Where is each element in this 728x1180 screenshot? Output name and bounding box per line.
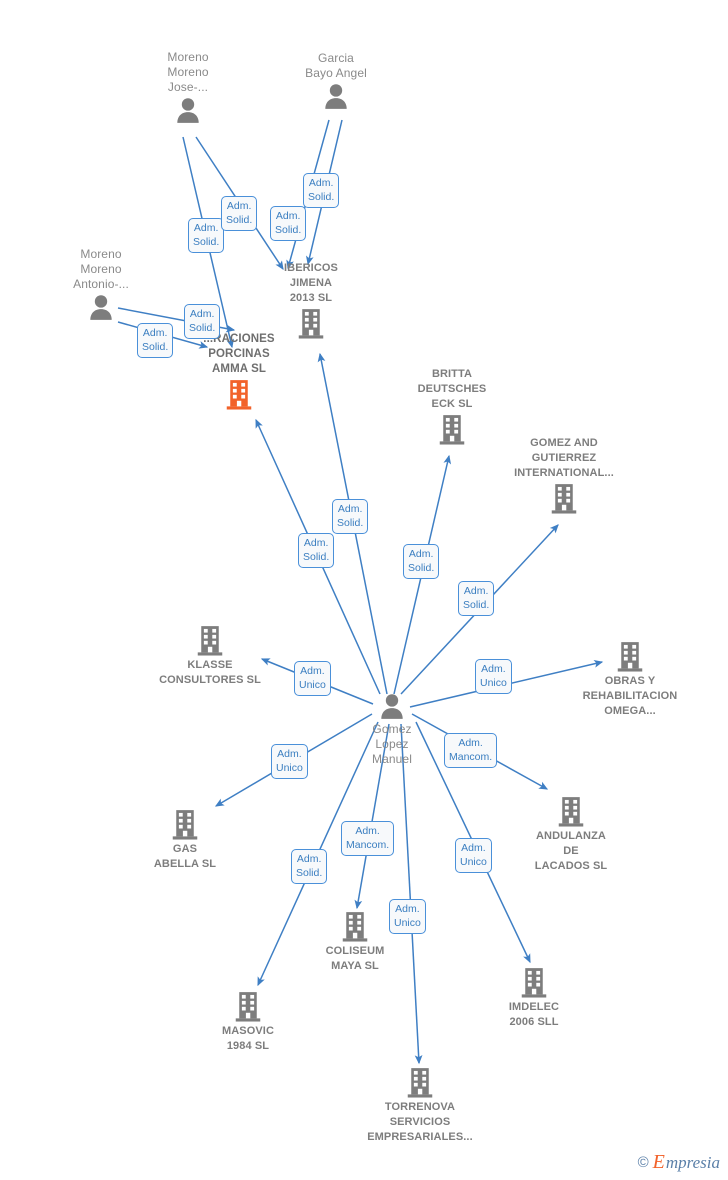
building-icon[interactable] xyxy=(489,482,639,516)
graph-node-moreno-antonio[interactable]: Moreno Moreno Antonio-... xyxy=(26,247,176,323)
graph-node-masovic-1984[interactable]: MASOVIC 1984 SL xyxy=(173,990,323,1054)
person-icon xyxy=(381,694,403,719)
node-label-obras-omega: OBRAS Y REHABILITACION OMEGA... xyxy=(582,675,678,717)
node-label-ibericos-jimena: IBERICOS JIMENA 2013 SL xyxy=(284,262,338,304)
person-icon[interactable] xyxy=(26,293,176,323)
watermark: © E mpresia xyxy=(638,1152,720,1172)
edge-label[interactable]: Adm. Unico xyxy=(294,661,331,696)
building-icon xyxy=(342,912,368,942)
edge-label[interactable]: Adm. Solid. xyxy=(184,304,221,339)
person-icon xyxy=(177,98,199,123)
building-icon xyxy=(558,797,584,827)
person-icon xyxy=(325,84,347,109)
node-label-imdelec-2006: IMDELEC 2006 SLL xyxy=(508,1001,560,1028)
node-label-garcia-bayo: Garcia Bayo Angel xyxy=(305,51,367,80)
building-icon xyxy=(197,626,223,656)
edge-layer xyxy=(117,119,604,1065)
building-icon[interactable] xyxy=(459,966,609,1000)
edge-label[interactable]: Adm. Solid. xyxy=(270,206,307,241)
edge-label[interactable]: Adm. Solid. xyxy=(221,196,258,231)
graph-node-imdelec-2006[interactable]: IMDELEC 2006 SLL xyxy=(459,966,609,1030)
building-icon xyxy=(617,642,643,672)
building-icon[interactable] xyxy=(164,378,314,412)
building-icon xyxy=(235,992,261,1022)
edge-label[interactable]: Adm. Mancom. xyxy=(341,821,395,856)
graph-node-obras-omega[interactable]: OBRAS Y REHABILITACION OMEGA... xyxy=(555,640,705,719)
edge-label[interactable]: Adm. Solid. xyxy=(303,173,340,208)
graph-node-klasse-consultores[interactable]: KLASSE CONSULTORES SL xyxy=(135,624,285,688)
node-label-coliseum-maya: COLISEUM MAYA SL xyxy=(325,945,385,972)
person-icon[interactable] xyxy=(113,96,263,126)
building-icon xyxy=(226,380,252,410)
graph-node-gomez-gutierrez[interactable]: GOMEZ AND GUTIERREZ INTERNATIONAL... xyxy=(489,436,639,516)
building-icon[interactable] xyxy=(173,990,323,1024)
brand-name: mpresia xyxy=(665,1152,720,1172)
building-icon[interactable] xyxy=(555,640,705,674)
edge-label[interactable]: Adm. Solid. xyxy=(188,218,225,253)
person-icon[interactable] xyxy=(261,82,411,112)
graph-node-gas-abella[interactable]: GAS ABELLA SL xyxy=(110,808,260,872)
graph-node-moreno-jose[interactable]: Moreno Moreno Jose-... xyxy=(113,50,263,126)
node-label-gas-abella: GAS ABELLA SL xyxy=(153,843,217,870)
network-diagram: Moreno Moreno Jose-... Garcia Bayo Angel M… xyxy=(0,0,728,1180)
node-label-gomez-gutierrez: GOMEZ AND GUTIERREZ INTERNATIONAL... xyxy=(514,437,614,479)
person-icon xyxy=(90,295,112,320)
edge-label[interactable]: Adm. Solid. xyxy=(298,533,335,568)
building-icon[interactable] xyxy=(496,795,646,829)
building-icon xyxy=(551,484,577,514)
node-label-torrenova-servicios: TORRENOVA SERVICIOS EMPRESARIALES... xyxy=(367,1101,473,1143)
edge-label[interactable]: Adm. Unico xyxy=(389,899,426,934)
person-icon[interactable] xyxy=(317,692,467,722)
node-label-moreno-antonio: Moreno Moreno Antonio-... xyxy=(73,247,129,291)
graph-node-andulanza-lacados[interactable]: ANDULANZA DE LACADOS SL xyxy=(496,795,646,874)
edge-label[interactable]: Adm. Unico xyxy=(271,744,308,779)
graph-node-porcinas-amma[interactable]: ...RACIONES PORCINAS AMMA SL xyxy=(164,332,314,412)
edge-label[interactable]: Adm. Solid. xyxy=(458,581,495,616)
edge-label[interactable]: Adm. Solid. xyxy=(403,544,440,579)
graph-node-garcia-bayo[interactable]: Garcia Bayo Angel xyxy=(261,51,411,112)
building-icon[interactable] xyxy=(135,624,285,658)
copyright-icon: © xyxy=(637,1153,649,1171)
edge-label[interactable]: Adm. Solid. xyxy=(291,849,328,884)
node-label-moreno-jose: Moreno Moreno Jose-... xyxy=(167,50,209,94)
edge-label[interactable]: Adm. Solid. xyxy=(137,323,174,358)
building-icon[interactable] xyxy=(110,808,260,842)
building-icon xyxy=(439,415,465,445)
graph-node-torrenova-servicios[interactable]: TORRENOVA SERVICIOS EMPRESARIALES... xyxy=(345,1066,495,1145)
node-label-klasse-consultores: KLASSE CONSULTORES SL xyxy=(159,659,261,686)
node-label-andulanza-lacados: ANDULANZA DE LACADOS SL xyxy=(534,830,608,872)
building-icon xyxy=(521,968,547,998)
edge-label[interactable]: Adm. Unico xyxy=(475,659,512,694)
edge-gomez-lopez-manuel-to-torrenova-servicios xyxy=(400,723,423,1065)
edge-label[interactable]: Adm. Mancom. xyxy=(444,733,498,768)
building-icon xyxy=(407,1068,433,1098)
building-icon[interactable] xyxy=(345,1066,495,1100)
node-label-britta-deutsches: BRITTA DEUTSCHES ECK SL xyxy=(417,368,487,410)
node-label-masovic-1984: MASOVIC 1984 SL xyxy=(221,1025,275,1052)
graph-node-ibericos-jimena[interactable]: IBERICOS JIMENA 2013 SL xyxy=(236,261,386,341)
edge-label[interactable]: Adm. Unico xyxy=(455,838,492,873)
edge-label[interactable]: Adm. Solid. xyxy=(332,499,369,534)
building-icon xyxy=(172,810,198,840)
brand-initial: E xyxy=(652,1151,665,1173)
graph-node-britta-deutsches[interactable]: BRITTA DEUTSCHES ECK SL xyxy=(377,367,527,447)
